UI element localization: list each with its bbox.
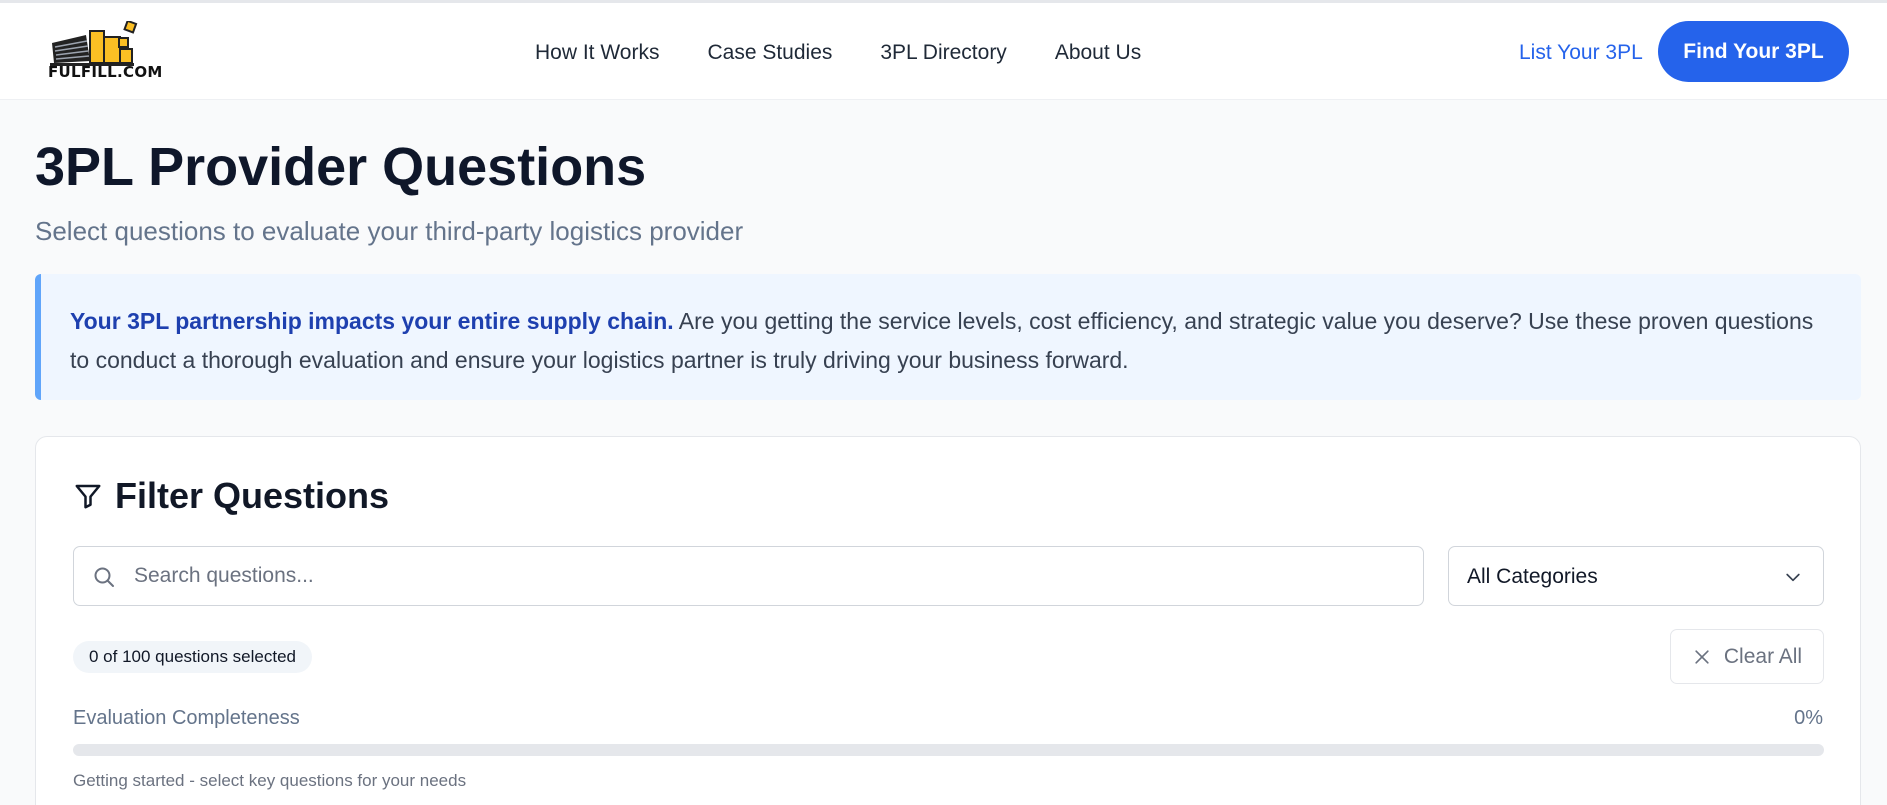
filter-icon (75, 484, 101, 509)
selected-count-badge: 0 of 100 questions selected (73, 641, 312, 673)
filter-card: Filter Questions All Categories 0 of 100… (35, 436, 1861, 805)
search-icon (94, 567, 114, 587)
logo-wordmark: FULFILL.COM (48, 63, 163, 81)
progress-bar (73, 744, 1824, 756)
find-your-3pl-button[interactable]: Find Your 3PL (1658, 21, 1849, 82)
clear-all-label: Clear All (1723, 644, 1803, 668)
info-callout: Your 3PL partnership impacts your entire… (35, 274, 1861, 400)
progress-percent: 0% (1794, 707, 1823, 729)
category-select[interactable]: All Categories (1448, 546, 1824, 606)
main-nav: How It Works Case Studies 3PL Directory … (535, 41, 1141, 65)
site-header: FULFILL.COM How It Works Case Studies 3P… (0, 3, 1887, 100)
progress-label: Evaluation Completeness (73, 707, 300, 729)
nav-how-it-works[interactable]: How It Works (535, 41, 659, 65)
warehouse-logo-icon (50, 19, 138, 66)
page-title: 3PL Provider Questions (35, 137, 647, 197)
filter-title: Filter Questions (115, 475, 390, 516)
page-subtitle: Select questions to evaluate your third-… (35, 216, 744, 246)
close-icon (1695, 649, 1709, 664)
callout-highlight: Your 3PL partnership impacts your entire… (70, 308, 674, 334)
clear-all-button[interactable]: Clear All (1670, 629, 1824, 684)
nav-about-us[interactable]: About Us (1055, 41, 1141, 65)
chevron-down-icon (1786, 573, 1800, 582)
search-input[interactable] (134, 547, 1414, 605)
progress-hint: Getting started - select key questions f… (73, 771, 467, 790)
list-your-3pl-link[interactable]: List Your 3PL (1519, 41, 1643, 65)
category-selected-value: All Categories (1467, 565, 1598, 588)
nav-3pl-directory[interactable]: 3PL Directory (880, 41, 1006, 65)
filter-heading: Filter Questions (73, 475, 389, 517)
fulfill-logo[interactable]: FULFILL.COM (46, 19, 163, 83)
search-field[interactable] (73, 546, 1424, 606)
nav-case-studies[interactable]: Case Studies (707, 41, 832, 65)
